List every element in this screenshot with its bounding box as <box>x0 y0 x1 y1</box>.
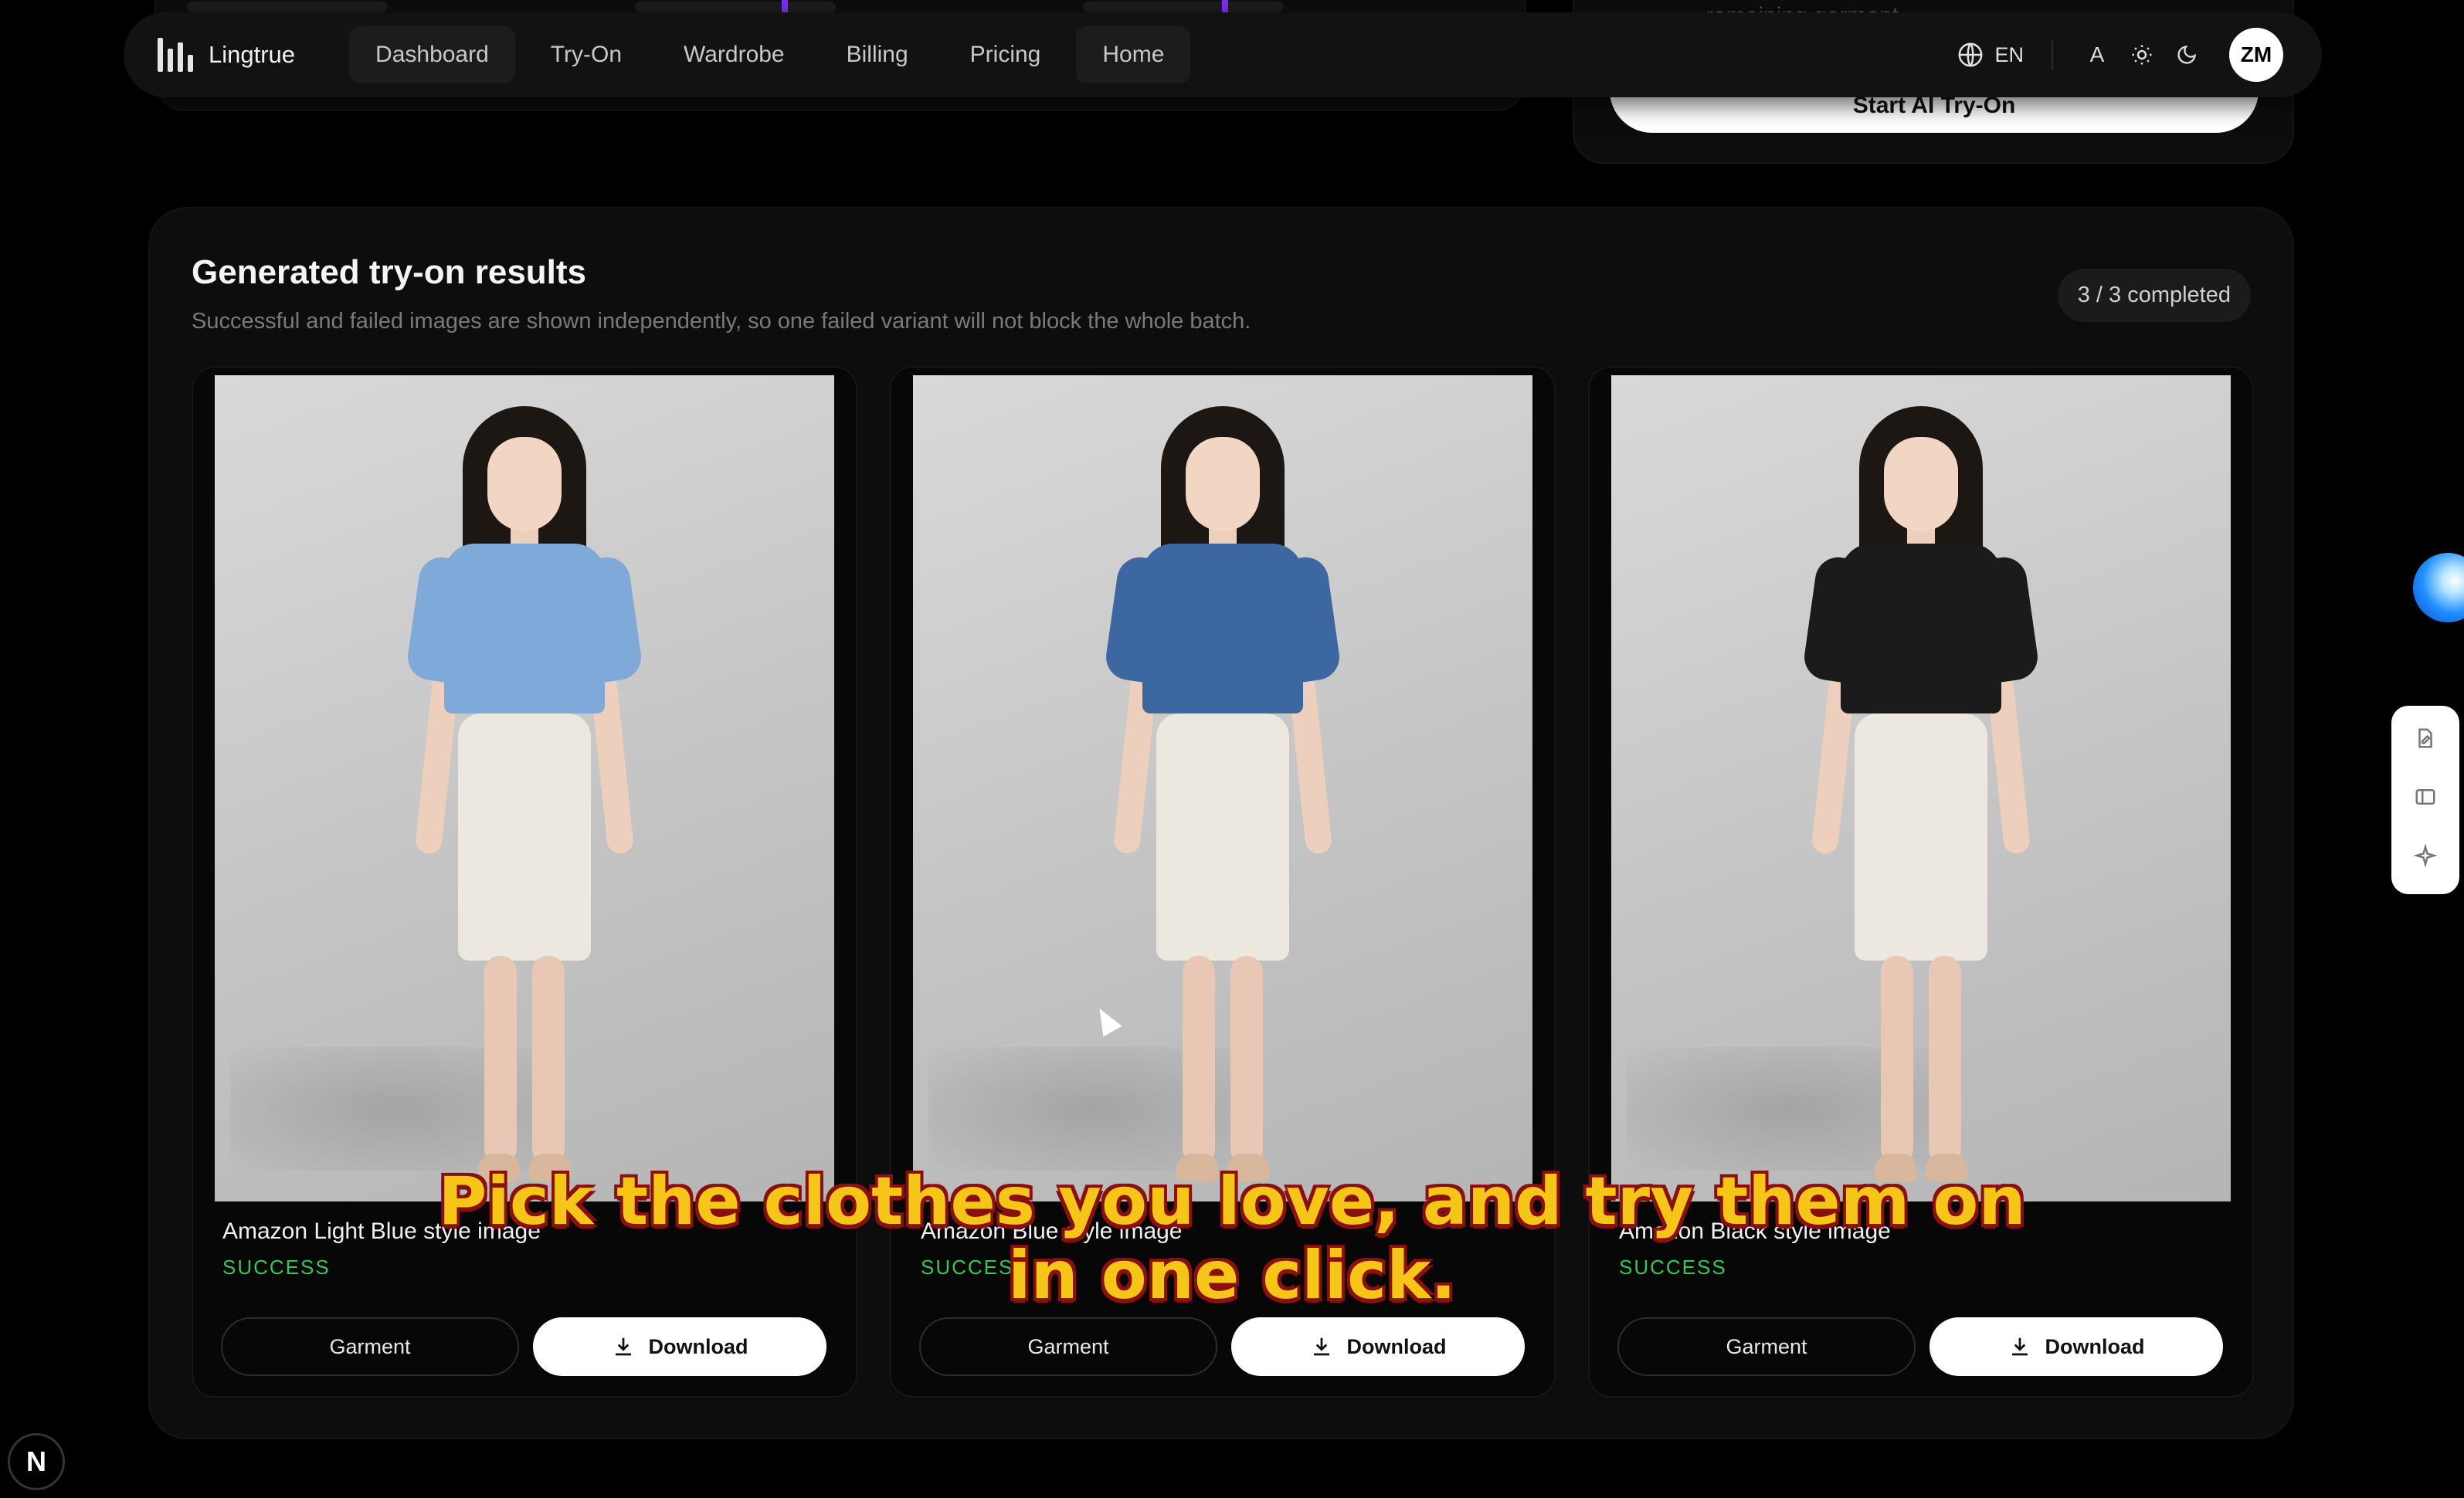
download-icon <box>2011 1337 2028 1356</box>
section-description: Successful and failed images are shown i… <box>192 309 1251 334</box>
light-mode-icon[interactable] <box>2121 34 2163 76</box>
nav-divider <box>2052 39 2053 70</box>
bar-chart-logo-icon <box>158 38 193 72</box>
download-label: Download <box>1346 1334 1447 1358</box>
download-button[interactable]: Download <box>533 1317 826 1376</box>
user-avatar[interactable]: ZM <box>2229 28 2283 82</box>
download-icon <box>615 1337 631 1356</box>
nav-right-controls: EN A ZM <box>1957 28 2283 82</box>
download-label: Download <box>2045 1334 2145 1358</box>
nav-link-home[interactable]: Home <box>1076 26 1191 83</box>
dark-mode-icon[interactable] <box>2166 34 2208 76</box>
nav-link-billing[interactable]: Billing <box>820 26 935 83</box>
font-size-toggle[interactable]: A <box>2076 34 2118 76</box>
subtitle-line: in one click. <box>1008 1237 1456 1314</box>
language-switcher[interactable]: EN <box>1957 42 2024 68</box>
brand-logo[interactable]: Lingtrue <box>158 38 295 72</box>
dev-tools-badge[interactable]: N <box>8 1433 65 1490</box>
model-figure <box>1099 406 1346 1201</box>
floating-tool-rail <box>2391 706 2459 894</box>
model-figure <box>1797 406 2045 1201</box>
assistant-bubble-icon[interactable] <box>2413 553 2464 622</box>
garment-button[interactable]: Garment <box>919 1317 1217 1376</box>
top-navbar: Lingtrue Dashboard Try-On Wardrobe Billi… <box>124 12 2322 97</box>
nav-link-wardrobe[interactable]: Wardrobe <box>657 26 811 83</box>
download-label: Download <box>648 1334 748 1358</box>
sidebar-panel-icon[interactable] <box>2414 785 2437 815</box>
nav-links: Dashboard Try-On Wardrobe Billing Pricin… <box>349 26 1191 83</box>
sparkle-icon[interactable] <box>2413 843 2438 873</box>
try-on-result-image[interactable] <box>215 375 834 1201</box>
subtitle-line: Pick the clothes you love, and try them … <box>438 1163 2026 1240</box>
brand-name: Lingtrue <box>209 41 296 68</box>
video-subtitle: Pick the clothes you love, and try them … <box>0 1164 2464 1313</box>
nav-link-dashboard[interactable]: Dashboard <box>349 26 515 83</box>
download-icon <box>1313 1337 1329 1356</box>
globe-icon <box>1959 42 1983 67</box>
language-label: EN <box>1994 42 2024 66</box>
garment-button[interactable]: Garment <box>1617 1317 1916 1376</box>
nav-link-pricing[interactable]: Pricing <box>944 26 1067 83</box>
garment-button[interactable]: Garment <box>221 1317 519 1376</box>
section-title: Generated try-on results <box>192 253 587 291</box>
try-on-result-image[interactable] <box>1611 375 2231 1201</box>
try-on-result-image[interactable] <box>913 375 1532 1201</box>
nav-link-try-on[interactable]: Try-On <box>524 26 648 83</box>
download-button[interactable]: Download <box>1231 1317 1525 1376</box>
edit-document-icon[interactable] <box>2414 727 2437 756</box>
model-figure <box>401 406 648 1201</box>
completion-status-badge: 3 / 3 completed <box>2057 269 2251 322</box>
download-button[interactable]: Download <box>1929 1317 2223 1376</box>
